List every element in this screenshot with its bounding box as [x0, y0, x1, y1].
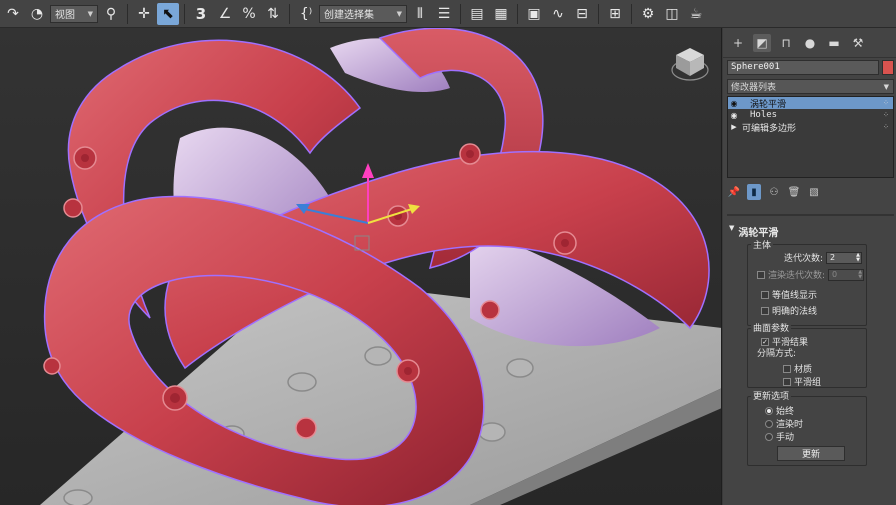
separate-by-row: 分隔方式:	[757, 349, 797, 359]
update-button[interactable]: 更新	[777, 446, 845, 461]
create-icon[interactable]: +	[729, 34, 747, 52]
angle-snap-icon[interactable]: ∠	[214, 3, 236, 25]
render-setup-icon[interactable]: ⚙	[637, 3, 659, 25]
snaps-toggle-icon[interactable]: 3	[190, 3, 212, 25]
eye-icon[interactable]: ◉	[728, 99, 740, 108]
named-selection-set-dropdown[interactable]: 创建选择集 ▼	[319, 4, 407, 23]
iterations-spinner[interactable]: 2 ▲ ▼	[826, 251, 862, 264]
modifier-list-label: 修改器列表	[731, 83, 777, 93]
command-panel: + ◩ ⊓ ● ▬ ⚒ Sphere001 修改器列表 ▼ ◉ 涡轮平滑 ⁘ ◉ …	[723, 28, 896, 505]
stack-item-turbosmooth[interactable]: ◉ 涡轮平滑 ⁘	[728, 97, 893, 110]
make-unique-icon[interactable]: ⚇	[767, 184, 781, 200]
isoline-display-checkbox[interactable]	[761, 290, 769, 299]
curve-editor-icon[interactable]: ∿	[547, 3, 569, 25]
render-iterations-row: 渲染迭代次数: 0 ▲ ▼	[757, 268, 865, 281]
pivot-center-icon[interactable]: ⚲	[100, 3, 122, 25]
stack-item-editable-poly[interactable]: ▶ 可编辑多边形 ⁘	[728, 121, 893, 134]
spinner-snap-icon[interactable]: ⇅	[262, 3, 284, 25]
instance-icon: ⁘	[883, 99, 889, 107]
main-toolbar: ↷ ◔ 视图 ▼ ⚲ ✛ ⬉ 3 ∠ % ⇅ {⁾ 创建选择集 ▼ ⫴ ☰ ▤ ▦ …	[0, 0, 896, 28]
stack-tools: 📌 ▮ ⚇ 🗑 ▧	[727, 182, 821, 202]
mirror-icon[interactable]: ⫴	[409, 3, 431, 25]
layer-explorer-icon[interactable]: ▦	[490, 3, 512, 25]
modify-icon[interactable]: ◩	[753, 33, 771, 52]
material-editor-icon[interactable]: ⊞	[604, 3, 626, 25]
command-panel-tabs: + ◩ ⊓ ● ▬ ⚒	[723, 28, 896, 58]
rendered-frame-window-icon[interactable]: ◫	[661, 3, 683, 25]
hierarchy-icon[interactable]: ⊓	[777, 34, 795, 52]
selection-set-label: 创建选择集	[324, 10, 374, 21]
isoline-display-row[interactable]: 等值线显示	[761, 288, 817, 301]
object-color-swatch[interactable]	[882, 60, 894, 75]
scene-render	[0, 28, 721, 505]
update-options-label: 更新选项	[751, 389, 792, 402]
materials-row[interactable]: 材质	[783, 362, 812, 375]
materials-checkbox[interactable]	[783, 364, 791, 373]
smoothing-groups-row[interactable]: 平滑组	[783, 375, 821, 388]
display-icon[interactable]: ▬	[825, 34, 843, 52]
reference-coordinate-dropdown[interactable]: 视图 ▼	[50, 4, 98, 23]
ribbon-icon[interactable]: ▣	[523, 3, 545, 25]
instance-icon: ⁘	[883, 111, 889, 119]
show-end-result-icon[interactable]: ▮	[747, 184, 761, 200]
manually-radio[interactable]	[765, 432, 773, 441]
scene-explorer-icon[interactable]: ▤	[466, 3, 488, 25]
explicit-normals-row[interactable]: 明确的法线	[761, 304, 817, 317]
when-rendering-radio[interactable]	[765, 419, 773, 428]
utilities-icon[interactable]: ⚒	[849, 34, 867, 52]
object-name-field[interactable]: Sphere001	[727, 60, 879, 75]
motion-icon[interactable]: ●	[801, 34, 819, 52]
object-name-row: Sphere001	[727, 60, 894, 76]
surface-params-label: 曲面参数	[751, 321, 792, 334]
render-iterations-checkbox[interactable]	[757, 270, 765, 279]
render-iterations-spinner[interactable]: 0 ▲ ▼	[828, 268, 865, 281]
stack-item-holes[interactable]: ◉ Holes ⁘	[728, 109, 893, 121]
configure-modifier-sets-icon[interactable]: ▧	[807, 184, 821, 200]
select-and-manipulate-icon[interactable]: ⬉	[157, 2, 179, 25]
redo-icon[interactable]: ↷	[2, 3, 24, 25]
align-icon[interactable]: ☰	[433, 3, 455, 25]
perspective-viewport[interactable]	[0, 28, 722, 505]
panel-divider	[727, 214, 894, 216]
move-icon[interactable]: ✛	[133, 3, 155, 25]
view-dropdown-label: 视图	[55, 10, 75, 21]
render-production-icon[interactable]: ☕	[685, 3, 707, 25]
explicit-normals-checkbox[interactable]	[761, 306, 769, 315]
manually-row[interactable]: 手动	[765, 430, 794, 443]
smoothing-groups-checkbox[interactable]	[783, 377, 791, 386]
instance-icon: ⁘	[883, 123, 889, 131]
when-rendering-row[interactable]: 渲染时	[765, 417, 803, 430]
edit-named-selection-icon[interactable]: {⁾	[295, 3, 317, 25]
turbosmooth-rollout-header[interactable]: ▼ 涡轮平滑	[729, 224, 778, 239]
always-row[interactable]: 始终	[765, 404, 794, 417]
iterations-row: 迭代次数: 2 ▲ ▼	[783, 251, 862, 264]
schematic-view-icon[interactable]: ⊟	[571, 3, 593, 25]
eye-icon[interactable]: ◉	[728, 111, 740, 120]
main-group-label: 主体	[751, 238, 774, 251]
always-radio[interactable]	[765, 406, 773, 415]
select-object-icon[interactable]: ◔	[26, 3, 48, 25]
smooth-result-checkbox[interactable]: ✓	[761, 337, 769, 346]
percent-snap-icon[interactable]: %	[238, 3, 260, 25]
remove-modifier-icon[interactable]: 🗑	[787, 184, 801, 200]
modifier-list-dropdown[interactable]: 修改器列表 ▼	[727, 79, 894, 94]
modifier-stack: ◉ 涡轮平滑 ⁘ ◉ Holes ⁘ ▶ 可编辑多边形 ⁘	[727, 96, 894, 178]
pin-stack-icon[interactable]: 📌	[727, 184, 741, 200]
expand-arrow-icon[interactable]: ▶	[728, 123, 740, 131]
